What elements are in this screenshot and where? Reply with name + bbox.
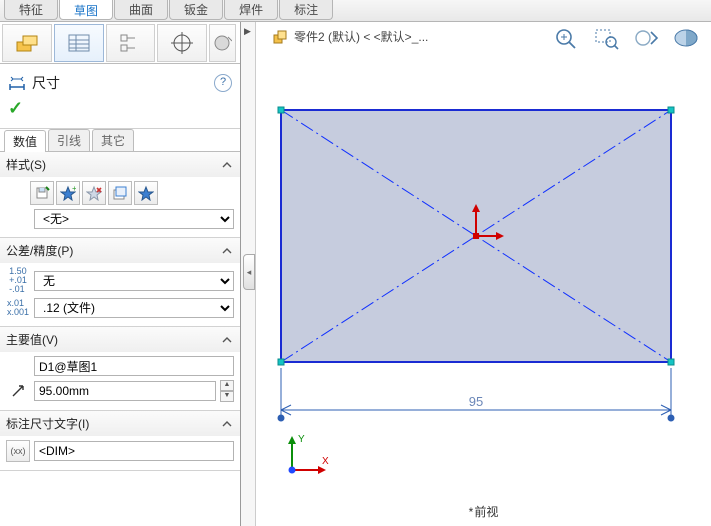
property-manager-panel: 尺寸 ? ✓ 数值 引线 其它 样式(S) [0, 22, 241, 526]
style-remove-button[interactable] [82, 181, 106, 205]
collapse-icon [220, 333, 234, 347]
section-style-title: 样式(S) [6, 156, 46, 173]
configuration-manager-tab[interactable] [106, 24, 156, 62]
dimension-label[interactable]: 95 [469, 394, 483, 409]
section-tolerance-title: 公差/精度(P) [6, 242, 73, 259]
axis-y-label: Y [298, 434, 305, 445]
precision-icon: x.01x.001 [6, 299, 30, 317]
tolerance-type-dropdown[interactable]: 无 [34, 271, 234, 291]
subtab-value[interactable]: 数值 [4, 130, 46, 152]
view-orientation-label: 前视 [469, 503, 499, 520]
task-pane-handle[interactable]: ◂ [243, 254, 255, 290]
section-view-button[interactable] [671, 24, 701, 52]
orientation-triad[interactable]: Y X [282, 432, 330, 480]
precision-dropdown[interactable]: .12 (文件) [34, 298, 234, 318]
pm-title: 尺寸 [32, 73, 60, 93]
style-update-button[interactable] [134, 181, 158, 205]
section-dimtext-header[interactable]: 标注尺寸文字(I) [0, 411, 240, 436]
graphics-viewport[interactable]: 零件2 (默认) < <默认>_... [256, 22, 711, 526]
feature-tree-icon [14, 32, 40, 54]
dimension-name-input[interactable] [34, 356, 234, 376]
tab-annotation[interactable]: 标注 [279, 0, 333, 20]
dimension-text-input[interactable] [34, 441, 234, 461]
tab-surface[interactable]: 曲面 [114, 0, 168, 20]
collapse-icon [220, 158, 234, 172]
reverse-direction-icon[interactable] [6, 383, 30, 399]
tab-sketch[interactable]: 草图 [59, 0, 113, 20]
tab-weldment[interactable]: 焊件 [224, 0, 278, 20]
property-manager-tab[interactable] [54, 24, 104, 62]
feature-manager-tab[interactable] [2, 24, 52, 62]
pm-sub-tabs: 数值 引线 其它 [0, 129, 240, 152]
subtab-leader[interactable]: 引线 [48, 129, 90, 151]
ok-button[interactable]: ✓ [8, 98, 23, 118]
style-add-button[interactable]: + [56, 181, 80, 205]
section-primary-header[interactable]: 主要值(V) [0, 327, 240, 352]
collapse-icon [220, 244, 234, 258]
dimxpert-manager-tab[interactable] [157, 24, 207, 62]
style-save-button[interactable] [30, 181, 54, 205]
zoom-to-fit-button[interactable] [551, 24, 581, 52]
dimension-value-input[interactable] [34, 381, 216, 401]
help-button[interactable]: ? [214, 74, 232, 92]
part-icon [272, 29, 288, 45]
axis-x-label: X [322, 456, 329, 467]
section-style: 样式(S) + [0, 152, 240, 238]
tab-features[interactable]: 特征 [4, 0, 58, 20]
style-icon-row: + [30, 181, 234, 205]
value-spinner[interactable]: ▲▼ [220, 380, 234, 402]
svg-text:+: + [72, 185, 76, 193]
property-list-icon [67, 33, 91, 53]
pm-scroll-area[interactable]: 样式(S) + [0, 152, 240, 526]
dimension-icon [8, 75, 26, 91]
subtab-other[interactable]: 其它 [92, 129, 134, 151]
section-style-header[interactable]: 样式(S) [0, 152, 240, 177]
section-dimtext-title: 标注尺寸文字(I) [6, 415, 89, 432]
config-tree-icon [119, 33, 141, 53]
breadcrumb[interactable]: 零件2 (默认) < <默认>_... [272, 28, 428, 45]
section-primary-title: 主要值(V) [6, 331, 58, 348]
flyout-tree-toggle[interactable]: ▶ [244, 26, 251, 37]
section-dimension-text: 标注尺寸文字(I) (xx) [0, 411, 240, 471]
pm-header: 尺寸 ? [0, 64, 240, 96]
previous-view-button[interactable] [631, 24, 661, 52]
display-manager-tab[interactable] [209, 24, 236, 62]
collapse-icon [220, 417, 234, 431]
section-primary-value: 主要值(V) [0, 327, 240, 411]
section-tolerance: 公差/精度(P) 1.50+.01-.01 无 x.01x.001 [0, 238, 240, 327]
heads-up-toolbar [551, 24, 701, 52]
style-load-button[interactable] [108, 181, 132, 205]
command-manager-tabs: 特征 草图 曲面 钣金 焊件 标注 [0, 0, 711, 22]
style-dropdown[interactable]: <无> [34, 209, 234, 229]
target-icon [171, 32, 193, 54]
tab-sheetmetal[interactable]: 钣金 [169, 0, 223, 20]
zoom-to-area-button[interactable] [591, 24, 621, 52]
section-tolerance-header[interactable]: 公差/精度(P) [0, 238, 240, 263]
pm-confirm-row: ✓ [0, 96, 240, 129]
tolerance-type-icon: 1.50+.01-.01 [6, 267, 30, 294]
dimtext-prefix-icon[interactable]: (xx) [6, 440, 30, 462]
panel-splitter[interactable]: ▶ ◂ [241, 22, 256, 526]
render-ball-icon [214, 34, 232, 52]
breadcrumb-text: 零件2 (默认) < <默认>_... [294, 28, 428, 45]
manager-tab-row [0, 22, 240, 64]
